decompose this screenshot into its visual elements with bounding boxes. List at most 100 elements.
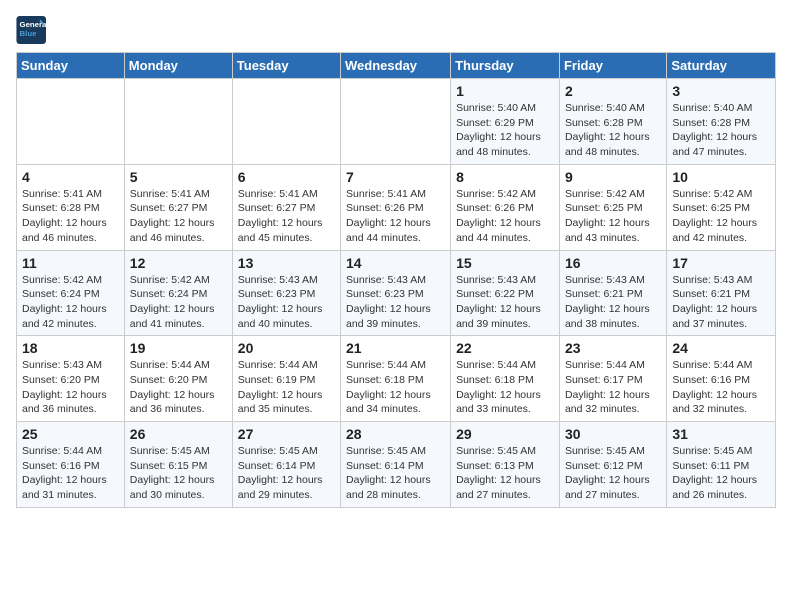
header-cell-friday: Friday xyxy=(559,53,666,79)
day-cell: 27 Sunrise: 5:45 AM Sunset: 6:14 PM Dayli… xyxy=(232,422,340,508)
day-info: Sunrise: 5:45 AM Sunset: 6:13 PM Dayligh… xyxy=(456,444,554,503)
day-cell: 6Sunrise: 5:41 AM Sunset: 6:27 PM Daylig… xyxy=(232,164,340,250)
day-info: Sunrise: 5:45 AM Sunset: 6:14 PM Dayligh… xyxy=(346,444,445,503)
svg-text:General: General xyxy=(20,20,48,29)
day-cell xyxy=(124,79,232,165)
day-info: Sunrise: 5:40 AM Sunset: 6:29 PM Dayligh… xyxy=(456,101,554,160)
day-cell: 3Sunrise: 5:40 AM Sunset: 6:28 PM Daylig… xyxy=(667,79,776,165)
day-cell: 9 Sunrise: 5:42 AM Sunset: 6:25 PM Daylig… xyxy=(559,164,666,250)
day-cell: 7 Sunrise: 5:41 AM Sunset: 6:26 PM Daylig… xyxy=(341,164,451,250)
day-number: 20 xyxy=(238,340,335,356)
day-cell: 19 Sunrise: 5:44 AM Sunset: 6:20 PM Dayli… xyxy=(124,336,232,422)
day-cell: 26Sunrise: 5:45 AM Sunset: 6:15 PM Dayli… xyxy=(124,422,232,508)
day-number: 2 xyxy=(565,83,661,99)
day-cell: 5 Sunrise: 5:41 AM Sunset: 6:27 PM Daylig… xyxy=(124,164,232,250)
week-row-1: 1 Sunrise: 5:40 AM Sunset: 6:29 PM Daylig… xyxy=(17,79,776,165)
day-number: 23 xyxy=(565,340,661,356)
day-info: Sunrise: 5:44 AM Sunset: 6:20 PM Dayligh… xyxy=(130,358,227,417)
week-row-3: 11 Sunrise: 5:42 AM Sunset: 6:24 PM Dayli… xyxy=(17,250,776,336)
header-cell-monday: Monday xyxy=(124,53,232,79)
header-cell-thursday: Thursday xyxy=(451,53,560,79)
day-info: Sunrise: 5:42 AM Sunset: 6:24 PM Dayligh… xyxy=(130,273,227,332)
svg-text:Blue: Blue xyxy=(20,29,38,38)
page-header: General Blue xyxy=(16,16,776,44)
week-row-4: 18Sunrise: 5:43 AM Sunset: 6:20 PM Dayli… xyxy=(17,336,776,422)
day-number: 29 xyxy=(456,426,554,442)
logo-icon: General Blue xyxy=(16,16,48,44)
week-row-5: 25Sunrise: 5:44 AM Sunset: 6:16 PM Dayli… xyxy=(17,422,776,508)
day-info: Sunrise: 5:42 AM Sunset: 6:26 PM Dayligh… xyxy=(456,187,554,246)
day-info: Sunrise: 5:43 AM Sunset: 6:23 PM Dayligh… xyxy=(346,273,445,332)
day-cell: 13Sunrise: 5:43 AM Sunset: 6:23 PM Dayli… xyxy=(232,250,340,336)
day-number: 5 xyxy=(130,169,227,185)
day-cell: 12 Sunrise: 5:42 AM Sunset: 6:24 PM Dayli… xyxy=(124,250,232,336)
week-row-2: 4Sunrise: 5:41 AM Sunset: 6:28 PM Daylig… xyxy=(17,164,776,250)
day-info: Sunrise: 5:43 AM Sunset: 6:21 PM Dayligh… xyxy=(672,273,770,332)
day-cell: 11Sunrise: 5:42 AM Sunset: 6:24 PM Dayli… xyxy=(17,250,125,336)
day-cell: 28Sunrise: 5:45 AM Sunset: 6:14 PM Dayli… xyxy=(341,422,451,508)
day-cell: 17Sunrise: 5:43 AM Sunset: 6:21 PM Dayli… xyxy=(667,250,776,336)
day-number: 11 xyxy=(22,255,119,271)
day-cell: 1 Sunrise: 5:40 AM Sunset: 6:29 PM Daylig… xyxy=(451,79,560,165)
day-cell: 30 Sunrise: 5:45 AM Sunset: 6:12 PM Dayli… xyxy=(559,422,666,508)
header-cell-saturday: Saturday xyxy=(667,53,776,79)
day-number: 18 xyxy=(22,340,119,356)
day-number: 14 xyxy=(346,255,445,271)
day-info: Sunrise: 5:44 AM Sunset: 6:17 PM Dayligh… xyxy=(565,358,661,417)
day-info: Sunrise: 5:45 AM Sunset: 6:11 PM Dayligh… xyxy=(672,444,770,503)
day-info: Sunrise: 5:45 AM Sunset: 6:12 PM Dayligh… xyxy=(565,444,661,503)
day-cell: 22 Sunrise: 5:44 AM Sunset: 6:18 PM Dayli… xyxy=(451,336,560,422)
day-cell: 25Sunrise: 5:44 AM Sunset: 6:16 PM Dayli… xyxy=(17,422,125,508)
day-number: 27 xyxy=(238,426,335,442)
day-cell: 2 Sunrise: 5:40 AM Sunset: 6:28 PM Daylig… xyxy=(559,79,666,165)
day-cell: 24 Sunrise: 5:44 AM Sunset: 6:16 PM Dayli… xyxy=(667,336,776,422)
day-info: Sunrise: 5:45 AM Sunset: 6:14 PM Dayligh… xyxy=(238,444,335,503)
day-number: 22 xyxy=(456,340,554,356)
day-info: Sunrise: 5:40 AM Sunset: 6:28 PM Dayligh… xyxy=(565,101,661,160)
day-number: 10 xyxy=(672,169,770,185)
calendar-body: 1 Sunrise: 5:40 AM Sunset: 6:29 PM Daylig… xyxy=(17,79,776,508)
day-number: 6 xyxy=(238,169,335,185)
day-number: 30 xyxy=(565,426,661,442)
day-cell: 8Sunrise: 5:42 AM Sunset: 6:26 PM Daylig… xyxy=(451,164,560,250)
header-cell-wednesday: Wednesday xyxy=(341,53,451,79)
day-info: Sunrise: 5:44 AM Sunset: 6:19 PM Dayligh… xyxy=(238,358,335,417)
day-cell: 16Sunrise: 5:43 AM Sunset: 6:21 PM Dayli… xyxy=(559,250,666,336)
header-cell-sunday: Sunday xyxy=(17,53,125,79)
day-number: 31 xyxy=(672,426,770,442)
calendar-header: SundayMondayTuesdayWednesdayThursdayFrid… xyxy=(17,53,776,79)
day-info: Sunrise: 5:45 AM Sunset: 6:15 PM Dayligh… xyxy=(130,444,227,503)
day-info: Sunrise: 5:41 AM Sunset: 6:27 PM Dayligh… xyxy=(130,187,227,246)
day-cell xyxy=(17,79,125,165)
day-number: 9 xyxy=(565,169,661,185)
day-number: 4 xyxy=(22,169,119,185)
day-info: Sunrise: 5:41 AM Sunset: 6:26 PM Dayligh… xyxy=(346,187,445,246)
day-number: 12 xyxy=(130,255,227,271)
day-cell: 29 Sunrise: 5:45 AM Sunset: 6:13 PM Dayli… xyxy=(451,422,560,508)
day-number: 19 xyxy=(130,340,227,356)
day-cell: 20 Sunrise: 5:44 AM Sunset: 6:19 PM Dayli… xyxy=(232,336,340,422)
day-number: 13 xyxy=(238,255,335,271)
day-cell: 18Sunrise: 5:43 AM Sunset: 6:20 PM Dayli… xyxy=(17,336,125,422)
day-info: Sunrise: 5:42 AM Sunset: 6:25 PM Dayligh… xyxy=(672,187,770,246)
header-cell-tuesday: Tuesday xyxy=(232,53,340,79)
day-info: Sunrise: 5:44 AM Sunset: 6:16 PM Dayligh… xyxy=(672,358,770,417)
day-number: 15 xyxy=(456,255,554,271)
day-cell: 4Sunrise: 5:41 AM Sunset: 6:28 PM Daylig… xyxy=(17,164,125,250)
day-cell: 21Sunrise: 5:44 AM Sunset: 6:18 PM Dayli… xyxy=(341,336,451,422)
logo: General Blue xyxy=(16,16,56,44)
day-number: 25 xyxy=(22,426,119,442)
day-number: 24 xyxy=(672,340,770,356)
day-cell: 31 Sunrise: 5:45 AM Sunset: 6:11 PM Dayli… xyxy=(667,422,776,508)
day-cell xyxy=(341,79,451,165)
day-info: Sunrise: 5:42 AM Sunset: 6:25 PM Dayligh… xyxy=(565,187,661,246)
day-cell: 15 Sunrise: 5:43 AM Sunset: 6:22 PM Dayli… xyxy=(451,250,560,336)
day-info: Sunrise: 5:43 AM Sunset: 6:22 PM Dayligh… xyxy=(456,273,554,332)
calendar: SundayMondayTuesdayWednesdayThursdayFrid… xyxy=(16,52,776,508)
day-info: Sunrise: 5:43 AM Sunset: 6:21 PM Dayligh… xyxy=(565,273,661,332)
day-info: Sunrise: 5:44 AM Sunset: 6:18 PM Dayligh… xyxy=(456,358,554,417)
day-info: Sunrise: 5:44 AM Sunset: 6:18 PM Dayligh… xyxy=(346,358,445,417)
day-number: 1 xyxy=(456,83,554,99)
day-number: 7 xyxy=(346,169,445,185)
day-cell: 14 Sunrise: 5:43 AM Sunset: 6:23 PM Dayli… xyxy=(341,250,451,336)
